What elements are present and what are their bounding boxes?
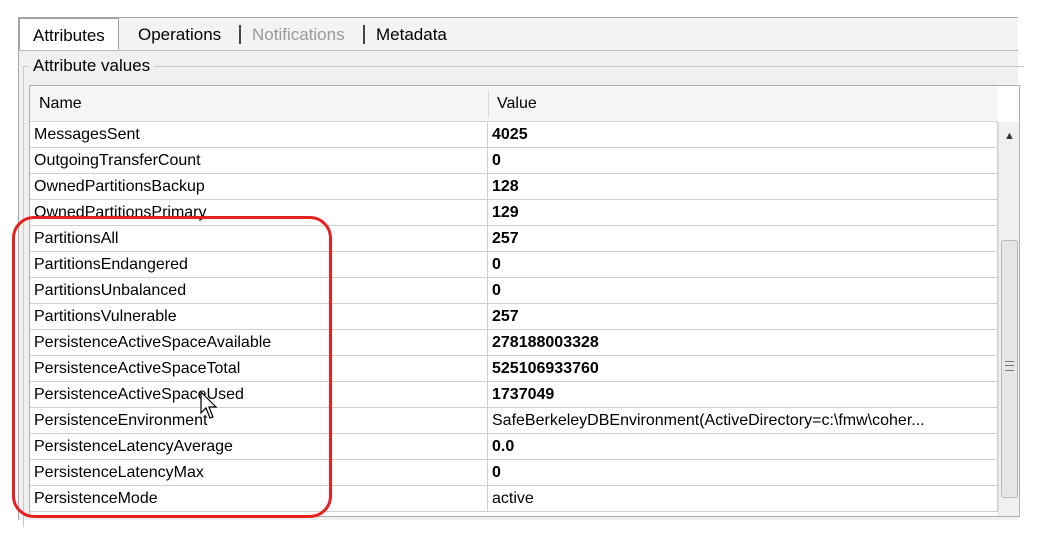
table-header: Name Value: [30, 86, 998, 122]
grip-icon: [1005, 361, 1014, 371]
vertical-scrollbar[interactable]: ▲: [998, 122, 1019, 516]
tab-bar: Attributes Operations Notifications Meta…: [19, 18, 1018, 51]
attribute-name-cell: MessagesSent: [30, 122, 488, 147]
tab-notifications: Notifications: [252, 25, 345, 44]
attribute-value-cell[interactable]: 0: [488, 252, 998, 277]
table-row[interactable]: OutgoingTransferCount 0: [30, 148, 998, 174]
attribute-value-cell[interactable]: SafeBerkeleyDBEnvironment(ActiveDirector…: [488, 408, 998, 433]
table-row[interactable]: OwnedPartitionsBackup 128: [30, 174, 998, 200]
attribute-value-cell[interactable]: 278188003328: [488, 330, 998, 355]
tab-separator: [363, 25, 365, 44]
table-row[interactable]: MessagesSent 4025: [30, 122, 998, 148]
column-header-value[interactable]: Value: [488, 86, 998, 121]
attribute-value-cell[interactable]: 0: [488, 278, 998, 303]
tab-attributes[interactable]: Attributes: [19, 18, 119, 50]
group-title: Attribute values: [29, 56, 155, 76]
highlight-annotation: [12, 216, 332, 518]
attribute-value-cell[interactable]: 257: [488, 226, 998, 251]
attribute-value-cell[interactable]: active: [488, 486, 998, 511]
attribute-name-cell: OutgoingTransferCount: [30, 148, 488, 173]
attribute-value-cell[interactable]: 257: [488, 304, 998, 329]
attribute-value-cell[interactable]: 128: [488, 174, 998, 199]
tab-metadata[interactable]: Metadata: [376, 18, 447, 50]
scrollbar-thumb[interactable]: [1001, 240, 1018, 498]
attribute-value-cell[interactable]: 129: [488, 200, 998, 225]
attribute-value-cell[interactable]: 0: [488, 148, 998, 173]
attribute-value-cell[interactable]: 525106933760: [488, 356, 998, 381]
attribute-value-cell[interactable]: 0: [488, 460, 998, 485]
attribute-value-cell[interactable]: 4025: [488, 122, 998, 147]
chevron-up-icon[interactable]: ▲: [999, 122, 1019, 150]
mouse-pointer-icon: [200, 391, 218, 419]
attribute-value-cell[interactable]: 0.0: [488, 434, 998, 459]
tab-separator: [239, 25, 241, 44]
attribute-name-cell: OwnedPartitionsBackup: [30, 174, 488, 199]
attribute-value-cell[interactable]: 1737049: [488, 382, 998, 407]
column-header-name[interactable]: Name: [30, 86, 488, 121]
tab-operations[interactable]: Operations: [138, 18, 221, 50]
